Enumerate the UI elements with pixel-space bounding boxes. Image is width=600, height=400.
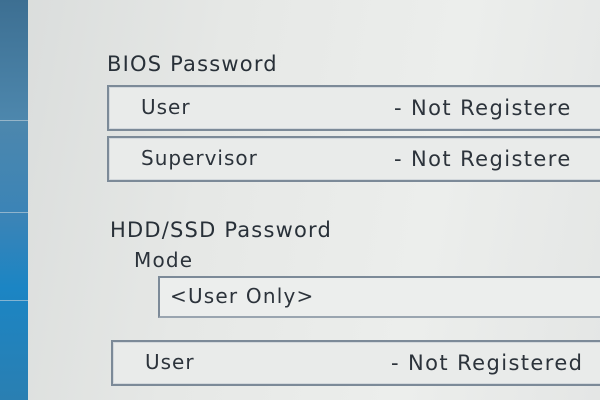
- hdd-user-label: User: [145, 350, 195, 374]
- bios-supervisor-password-row[interactable]: Supervisor - Not Registere: [107, 136, 600, 182]
- bios-setup-screen: BIOS Password User - Not Registere Super…: [0, 0, 600, 400]
- hdd-user-password-row[interactable]: User - Not Registered: [111, 340, 600, 386]
- mode-label: Mode: [134, 248, 194, 272]
- mode-select-value: <User Only>: [170, 284, 315, 308]
- navigation-strip: [0, 0, 28, 400]
- hdd-user-status: - Not Registered: [391, 351, 584, 375]
- hdd-ssd-password-heading: HDD/SSD Password: [110, 218, 333, 242]
- bios-user-status: - Not Registere: [394, 96, 572, 120]
- bios-supervisor-status: - Not Registere: [394, 147, 572, 171]
- strip-divider: [0, 212, 28, 213]
- bios-supervisor-label: Supervisor: [141, 146, 258, 170]
- bios-user-label: User: [141, 95, 191, 119]
- strip-divider: [0, 300, 28, 301]
- strip-divider: [0, 120, 28, 121]
- bios-password-heading: BIOS Password: [107, 52, 278, 76]
- mode-select[interactable]: <User Only>: [158, 276, 600, 318]
- bios-user-password-row[interactable]: User - Not Registere: [107, 85, 600, 131]
